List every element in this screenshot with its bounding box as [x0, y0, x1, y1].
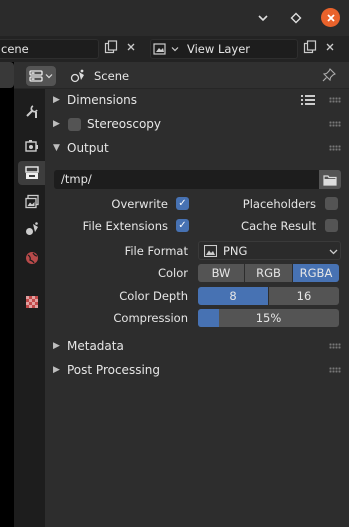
render-tab-icon[interactable] [20, 134, 44, 158]
view-layer-text: View Layer [187, 42, 251, 56]
chevron-down-icon [45, 74, 53, 79]
drag-grip-icon[interactable] [329, 145, 341, 151]
placeholders-label: Placeholders [242, 197, 316, 211]
panel-title: Stereoscopy [87, 117, 162, 131]
image-icon [203, 244, 218, 260]
file-format-value: PNG [223, 244, 248, 258]
drag-grip-icon[interactable] [329, 97, 341, 103]
editor-type-button[interactable] [26, 66, 56, 86]
copy-viewlayer-icon[interactable] [303, 40, 317, 54]
scene-name-text: cene [1, 42, 29, 56]
overwrite-checkbox[interactable]: ✓ [176, 197, 189, 210]
color-depth-8-button[interactable]: 8 [198, 287, 268, 305]
file-extensions-label: File Extensions [82, 219, 168, 233]
file-format-dropdown[interactable]: PNG [198, 241, 341, 260]
presets-list-icon[interactable] [301, 94, 315, 109]
placeholders-checkbox[interactable] [325, 197, 338, 210]
window-titlebar [0, 0, 349, 36]
panel-title: Output [67, 141, 109, 155]
output-path-text: /tmp/ [61, 172, 92, 186]
expand-arrow-icon: ▶ [53, 341, 60, 351]
file-extensions-checkbox[interactable]: ✓ [176, 219, 189, 232]
expand-arrow-icon: ▶ [53, 95, 60, 105]
expand-arrow-icon: ▶ [53, 119, 60, 129]
color-depth-16-button[interactable]: 16 [269, 287, 339, 305]
properties-header [14, 62, 349, 89]
view-layer-field[interactable]: View Layer [150, 39, 298, 59]
cache-result-checkbox[interactable] [325, 219, 338, 232]
file-format-label: File Format [124, 244, 188, 258]
chevron-down-icon[interactable] [254, 9, 272, 27]
color-bw-button[interactable]: BW [198, 264, 244, 282]
panel-title: Post Processing [67, 363, 160, 377]
chevron-down-icon [329, 246, 338, 259]
drag-grip-icon[interactable] [329, 343, 341, 349]
close-icon[interactable] [321, 8, 340, 27]
world-tab-icon[interactable] [20, 246, 44, 270]
stereoscopy-checkbox[interactable] [68, 118, 81, 131]
pin-icon[interactable] [322, 68, 338, 84]
color-label: Color [157, 266, 188, 280]
properties-editor-icon [29, 70, 43, 82]
drag-grip-icon[interactable] [329, 121, 341, 127]
close-icon[interactable] [124, 40, 138, 54]
overwrite-label: Overwrite [111, 197, 168, 211]
folder-browse-button[interactable] [319, 170, 341, 189]
panel-dimensions[interactable]: ▶ Dimensions [47, 90, 345, 112]
copy-scene-icon[interactable] [104, 40, 118, 54]
output-path-field[interactable]: /tmp/ [54, 170, 319, 189]
panel-title: Metadata [67, 339, 124, 353]
context-label: Scene [94, 69, 130, 83]
panel-title: Dimensions [67, 93, 138, 107]
panel-output[interactable]: ▼ Output [47, 138, 345, 160]
scene-tab-icon[interactable] [20, 217, 44, 241]
texture-tab-icon[interactable] [20, 290, 44, 314]
panel-metadata[interactable]: ▶ Metadata [47, 336, 345, 358]
color-rgba-button[interactable]: RGBA [293, 264, 339, 282]
drag-grip-icon[interactable] [329, 367, 341, 373]
compression-slider[interactable]: 15% [198, 309, 339, 327]
scene-viewlayer-bar: cene View Layer [0, 36, 349, 62]
image-icon [153, 42, 167, 56]
scene-name-field[interactable]: cene [0, 39, 99, 59]
viewport-edge [0, 62, 14, 527]
viewport-header-edge [0, 62, 14, 88]
panel-stereoscopy[interactable]: ▶ Stereoscopy [47, 114, 345, 136]
compression-value: 15% [255, 311, 282, 325]
diamond-icon[interactable] [287, 9, 305, 27]
color-rgb-button[interactable]: RGB [245, 264, 292, 282]
scene-context-icon [70, 68, 86, 84]
compression-label: Compression [113, 311, 188, 325]
collapse-arrow-icon: ▼ [53, 143, 60, 153]
output-tab-icon[interactable] [18, 161, 45, 185]
chevron-down-icon [168, 42, 182, 56]
color-depth-label: Color Depth [119, 289, 188, 303]
panel-post-processing[interactable]: ▶ Post Processing [47, 360, 345, 382]
expand-arrow-icon: ▶ [53, 365, 60, 375]
view-layer-tab-icon[interactable] [20, 190, 44, 214]
close-icon[interactable] [323, 40, 337, 54]
folder-icon [323, 174, 337, 186]
cache-result-label: Cache Result [241, 219, 316, 233]
tool-tab-icon[interactable] [20, 99, 44, 123]
